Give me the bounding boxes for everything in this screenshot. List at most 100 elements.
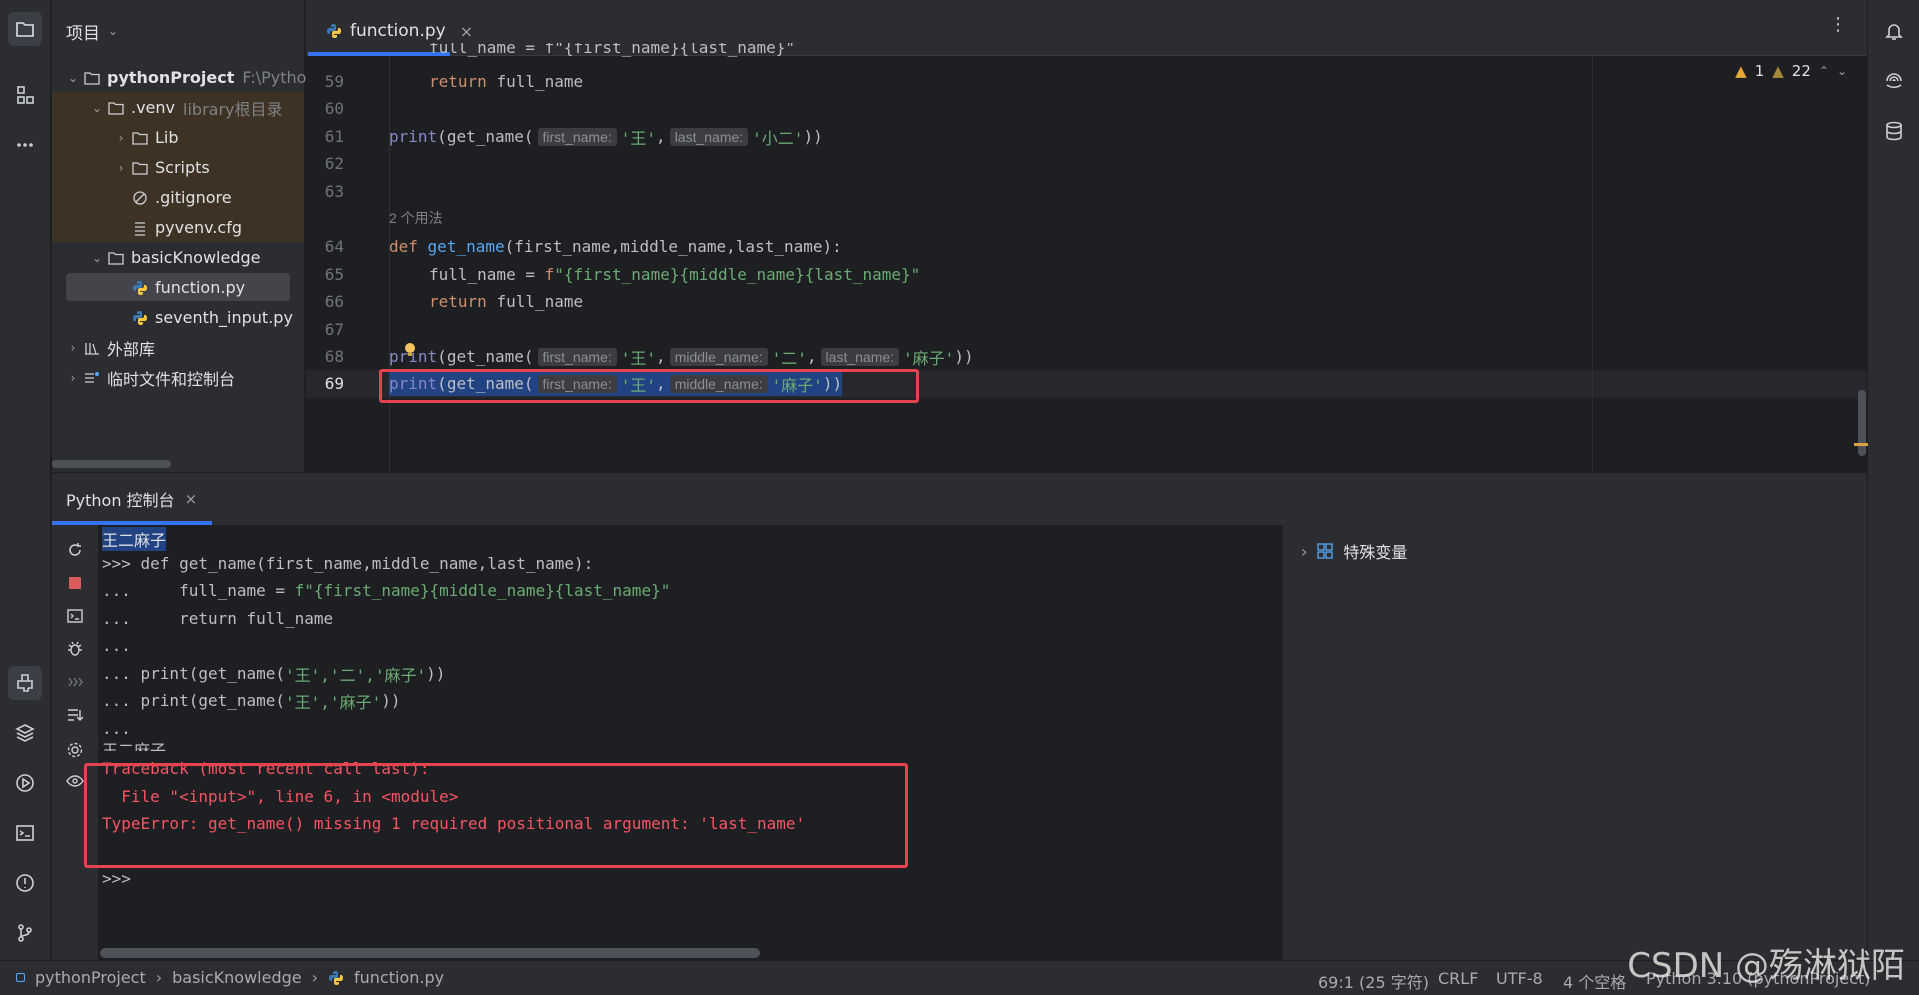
tree-item-external-libs[interactable]: › 外部库 [64, 333, 155, 362]
tree-item-pyvenv[interactable]: pyvenv.cfg [130, 213, 242, 242]
line-number: 69 [324, 374, 344, 393]
chevron-down-icon[interactable]: ⌄ [64, 71, 82, 85]
project-panel-header[interactable]: 项目 ⌄ [52, 0, 304, 62]
project-folder-icon[interactable] [8, 12, 42, 46]
lightbulb-icon[interactable] [403, 342, 417, 358]
chevron-right-icon[interactable]: › [64, 341, 82, 355]
tree-item-seventh-input-py[interactable]: seventh_input.py [130, 303, 293, 332]
python-console-icon[interactable] [8, 666, 42, 700]
line-number: 59 [324, 72, 344, 91]
soft-wrap-icon[interactable] [62, 702, 88, 728]
console-output-line: 王二麻子 [102, 741, 167, 751]
tree-root-pythonproject[interactable]: ⌄ pythonProject F:\Pytho [64, 63, 306, 92]
builtin: print [389, 127, 438, 146]
console-output-line: 王二麻子 [102, 525, 167, 552]
breadcrumb-folder[interactable]: basicKnowledge [172, 968, 302, 987]
chevron-down-icon[interactable]: ⌄ [108, 24, 118, 38]
usage-hint-row[interactable]: 2 个用法 [306, 206, 1846, 230]
close-icon[interactable]: × [460, 22, 473, 41]
code-line-59: 59 return full_name [306, 68, 1846, 95]
database-icon[interactable] [1877, 114, 1911, 148]
chevron-right-icon[interactable]: › [1301, 542, 1307, 561]
line-number: 63 [324, 182, 344, 201]
chevron-right-icon[interactable]: › [112, 131, 130, 145]
ide-window: 项目 ⌄ ⌄ pythonProject F:\Pytho ⌄ .venv li… [0, 0, 1919, 995]
config-file-icon [130, 219, 150, 237]
warning-stripe-mark[interactable] [1854, 443, 1868, 446]
run-icon[interactable] [8, 766, 42, 800]
tree-item-scripts[interactable]: › Scripts [112, 153, 210, 182]
param-hint: middle_name: [669, 347, 768, 366]
rerun-icon[interactable] [62, 537, 88, 563]
variables-panel: › 特殊变量 [1282, 525, 1867, 960]
breadcrumb-project[interactable]: pythonProject [35, 968, 146, 987]
more-tools-icon[interactable] [8, 128, 42, 162]
console-input-line: ... return full_name [102, 609, 334, 628]
function-name: get_name [427, 237, 505, 256]
folder-icon [106, 249, 126, 267]
console-header: Python 控制台 × [52, 473, 1867, 525]
tree-label: basicKnowledge [131, 248, 261, 267]
chevron-right-icon[interactable]: › [112, 161, 130, 175]
more-options-icon[interactable]: ⋮ [1829, 16, 1847, 34]
special-variables-node[interactable]: › 特殊变量 [1301, 539, 1407, 563]
ai-assistant-icon[interactable] [1877, 64, 1911, 98]
keyword: return [429, 72, 487, 91]
tree-item-lib[interactable]: › Lib [112, 123, 179, 152]
left-tool-rail [0, 0, 51, 960]
keyword: def [389, 237, 418, 256]
python-file-icon [328, 970, 344, 986]
identifier: full_name [496, 72, 584, 91]
usage-hint[interactable]: 2 个用法 [389, 208, 443, 228]
git-icon[interactable] [8, 916, 42, 950]
string: '二' [771, 348, 807, 368]
function-call: get_name [446, 127, 524, 146]
layers-icon[interactable] [8, 716, 42, 750]
settings-gear-icon[interactable] [62, 737, 88, 763]
code-line-64: 64 def get_name (first_name,middle_name,l… [306, 233, 1846, 260]
line-number: 60 [324, 99, 344, 118]
line-number: 67 [324, 320, 344, 339]
execute-history-icon[interactable] [62, 669, 88, 695]
chevron-down-icon[interactable]: ⌄ [88, 101, 106, 115]
project-panel-title: 项目 [66, 23, 100, 44]
console-input-line: >>> def get_name(first_name,middle_name,… [102, 554, 594, 573]
tree-item-venv[interactable]: ⌄ .venv library根目录 [88, 93, 283, 122]
problems-icon[interactable] [8, 866, 42, 900]
tree-label: 临时文件和控制台 [107, 369, 236, 389]
console-prompt[interactable]: >>> [102, 865, 131, 892]
tree-item-gitignore[interactable]: .gitignore [130, 183, 232, 212]
tab-label: Python 控制台 [66, 491, 175, 510]
console-input-line: ... [102, 636, 131, 655]
cursor-position[interactable]: 69:1 (25 字符) [1318, 969, 1429, 993]
breadcrumb-file[interactable]: function.py [354, 968, 444, 987]
debug-icon[interactable] [62, 636, 88, 662]
new-console-icon[interactable] [62, 603, 88, 629]
stop-icon[interactable] [62, 570, 88, 596]
console-horizontal-scrollbar[interactable] [100, 948, 760, 958]
structure-icon[interactable] [8, 78, 42, 112]
console-output[interactable]: 王二麻子 >>> def get_name(first_name,middle_… [98, 525, 1326, 960]
special-variables-label: 特殊变量 [1343, 543, 1408, 562]
tree-item-scratches[interactable]: › 临时文件和控制台 [64, 363, 235, 392]
console-input-line: ... print(get_name('王','二','麻子')) [102, 664, 446, 685]
indent-setting[interactable]: 4 个空格 [1563, 969, 1626, 993]
tree-item-function-py[interactable]: function.py [130, 273, 245, 302]
code-editor[interactable]: function.py × ⋮ ▲ 1 ▲ 22 ⌃ ⌄ full_name =… [306, 0, 1868, 472]
notifications-bell-icon[interactable] [1877, 14, 1911, 48]
project-panel-scrollbar[interactable] [52, 460, 171, 468]
file-encoding[interactable]: UTF-8 [1496, 969, 1543, 988]
chevron-down-icon[interactable]: ⌄ [88, 251, 106, 265]
python-file-icon [326, 23, 342, 39]
tab-python-console[interactable]: Python 控制台 × [66, 487, 197, 511]
highlight-box-error [84, 763, 908, 868]
tree-item-basicknowledge[interactable]: ⌄ basicKnowledge [88, 243, 261, 272]
folder-icon [130, 159, 150, 177]
editor-scrollbar[interactable] [1858, 390, 1866, 456]
terminal-icon[interactable] [8, 816, 42, 850]
console-input-line: ... print(get_name('王','麻子')) [102, 691, 401, 712]
close-icon[interactable]: × [185, 490, 198, 508]
line-separator[interactable]: CRLF [1438, 969, 1478, 988]
chevron-right-icon[interactable]: › [64, 371, 82, 385]
folder-icon [82, 69, 102, 87]
